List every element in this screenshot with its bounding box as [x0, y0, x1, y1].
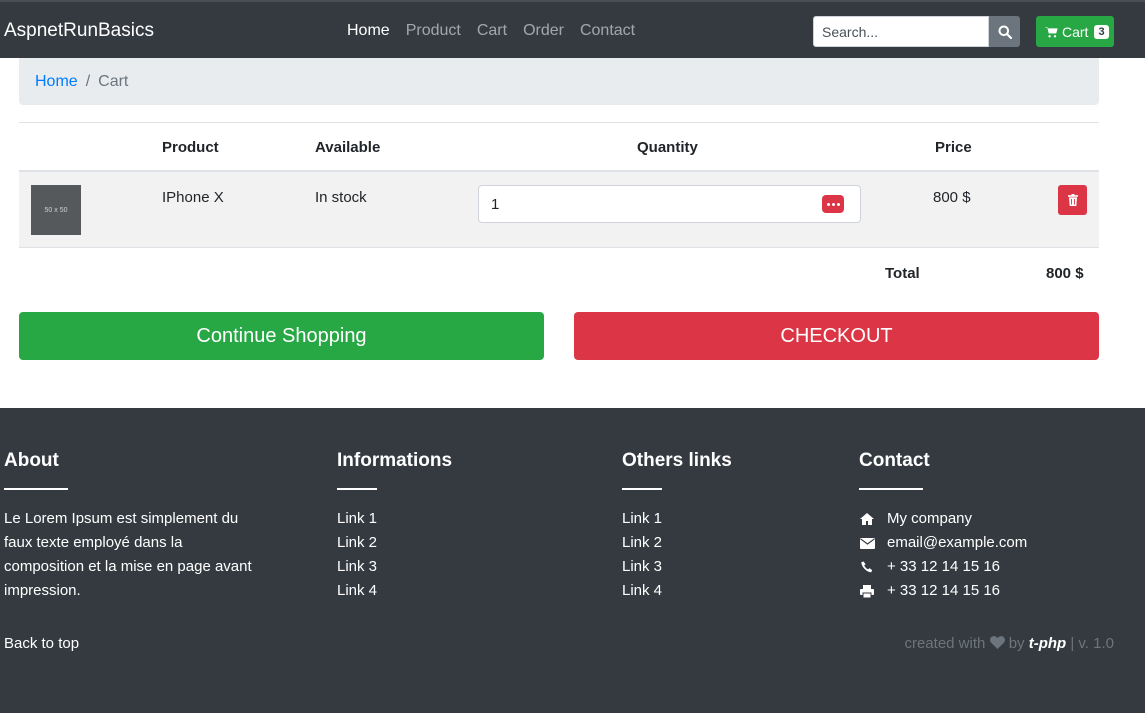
back-to-top-link[interactable]: Back to top	[4, 635, 79, 652]
nav-link-contact[interactable]: Contact	[580, 22, 635, 40]
credits-prefix: created with	[904, 635, 986, 652]
contact-email: email@example.com	[859, 531, 1027, 555]
nav-link-order[interactable]: Order	[523, 22, 564, 40]
footer-other-link[interactable]: Link 4	[622, 579, 732, 603]
table-row: 50 x 50 IPhone X In stock 1 800 $	[19, 172, 1099, 248]
table-header: Product Available Quantity Price	[19, 122, 1099, 172]
cart-button-label: Cart	[1062, 23, 1089, 40]
footer-divider	[622, 488, 662, 490]
footer-about-title: About	[4, 450, 59, 471]
total-value: 800 $	[1046, 265, 1084, 282]
password-dots-icon[interactable]	[822, 195, 844, 213]
footer-informations: Informations Link 1 Link 2 Link 3 Link 4	[337, 450, 452, 603]
header-available: Available	[315, 139, 381, 156]
quantity-input[interactable]: 1	[478, 185, 861, 223]
header-price: Price	[935, 139, 972, 156]
phone-icon	[859, 560, 875, 574]
header-quantity: Quantity	[637, 139, 698, 156]
footer-other-link[interactable]: Link 1	[622, 507, 732, 531]
footer-others: Others links Link 1 Link 2 Link 3 Link 4	[622, 450, 732, 603]
product-thumbnail: 50 x 50	[31, 185, 81, 235]
print-icon	[859, 584, 875, 598]
nav-link-home[interactable]: Home	[347, 22, 390, 40]
breadcrumb-separator: /	[85, 72, 91, 90]
breadcrumb-home[interactable]: Home	[35, 73, 78, 91]
remove-item-button[interactable]	[1058, 185, 1087, 215]
footer-about-text: Le Lorem Ipsum est simplement du faux te…	[4, 510, 252, 599]
navbar: AspnetRunBasics Home Product Cart Order …	[0, 0, 1145, 58]
search-form	[813, 16, 1020, 47]
header-product: Product	[162, 139, 219, 156]
credits-by: by	[1008, 635, 1025, 652]
contact-fax: + 33 12 14 15 16	[859, 579, 1027, 603]
contact-company-text: My company	[887, 510, 973, 527]
contact-company: My company	[859, 507, 1027, 531]
breadcrumb: Home / Cart	[19, 58, 1099, 105]
product-availability: In stock	[315, 189, 367, 206]
footer: About Le Lorem Ipsum est simplement du f…	[0, 408, 1145, 713]
credits-brand-link[interactable]: t-php	[1029, 635, 1066, 652]
search-button[interactable]	[989, 16, 1020, 47]
home-icon	[859, 512, 875, 526]
total-label: Total	[885, 265, 920, 282]
cart-button[interactable]: Cart 3	[1036, 16, 1114, 47]
footer-divider	[337, 488, 377, 490]
heart-icon	[989, 636, 1005, 649]
footer-contact: Contact My company email@example.com + 3…	[859, 450, 1027, 603]
contact-phone: + 33 12 14 15 16	[859, 555, 1027, 579]
footer-informations-title: Informations	[337, 450, 453, 471]
footer-divider	[4, 488, 68, 490]
footer-info-link[interactable]: Link 1	[337, 507, 452, 531]
checkout-button[interactable]: CHECKOUT	[574, 312, 1099, 360]
contact-phone-text: + 33 12 14 15 16	[887, 558, 1001, 575]
search-icon	[998, 25, 1012, 39]
cart-table: Product Available Quantity Price 50 x 50…	[19, 122, 1099, 298]
contact-fax-text: + 33 12 14 15 16	[887, 582, 1001, 599]
footer-contact-title: Contact	[859, 450, 930, 471]
product-name: IPhone X	[162, 189, 224, 206]
search-input[interactable]	[813, 16, 989, 47]
footer-others-title: Others links	[622, 450, 732, 471]
brand-logo[interactable]: AspnetRunBasics	[4, 20, 154, 42]
total-row: Total 800 $	[19, 248, 1099, 298]
cart-count-badge: 3	[1094, 24, 1109, 39]
continue-shopping-button[interactable]: Continue Shopping	[19, 312, 544, 360]
footer-other-link[interactable]: Link 3	[622, 555, 732, 579]
footer-divider	[859, 488, 923, 490]
footer-other-link[interactable]: Link 2	[622, 531, 732, 555]
envelope-icon	[859, 536, 875, 550]
nav-link-product[interactable]: Product	[406, 22, 461, 40]
quantity-value: 1	[491, 195, 500, 213]
footer-about: About Le Lorem Ipsum est simplement du f…	[4, 450, 264, 603]
nav-links: Home Product Cart Order Contact	[347, 22, 651, 40]
nav-link-cart[interactable]: Cart	[477, 22, 507, 40]
breadcrumb-current: Cart	[98, 72, 129, 90]
credits-version: | v. 1.0	[1070, 635, 1114, 652]
product-price: 800 $	[933, 189, 971, 206]
footer-info-link[interactable]: Link 4	[337, 579, 452, 603]
trash-icon	[1067, 194, 1078, 206]
shopping-cart-icon	[1045, 26, 1058, 37]
footer-info-link[interactable]: Link 2	[337, 531, 452, 555]
contact-email-text[interactable]: email@example.com	[887, 531, 1027, 555]
footer-info-link[interactable]: Link 3	[337, 555, 452, 579]
footer-credits: created with by t-php | v. 1.0	[904, 635, 1114, 652]
